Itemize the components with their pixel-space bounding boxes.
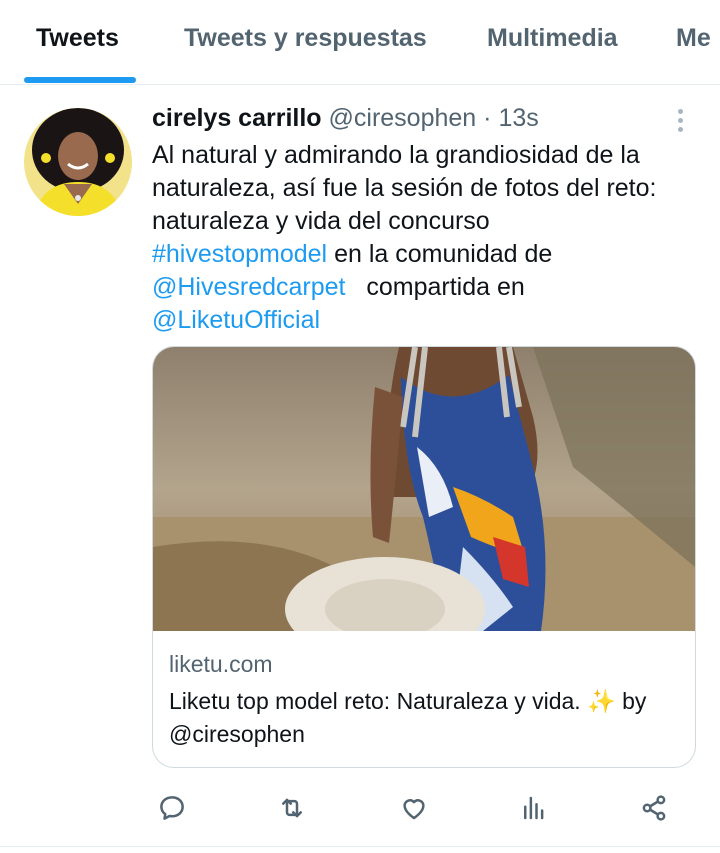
reply-icon[interactable] — [152, 788, 192, 828]
active-tab-indicator — [24, 77, 136, 83]
heart-icon[interactable] — [394, 788, 434, 828]
tweet-text-fragment: en la comunidad de — [327, 240, 553, 268]
tab-media[interactable]: Multimedia — [487, 24, 618, 53]
tab-tweets[interactable]: Tweets — [36, 24, 119, 53]
share-icon[interactable] — [634, 788, 674, 828]
card-image — [153, 347, 695, 661]
tweet-text-line: naturaleza y vida del concurso — [152, 207, 490, 235]
separator-dot: · — [483, 104, 492, 132]
tweet-text-line: @Hivesredcarpet compartida en — [152, 271, 692, 304]
more-vertical-icon[interactable] — [664, 104, 696, 136]
profile-tabs: Tweets Tweets y respuestas Multimedia Me — [0, 0, 720, 85]
tweet-text-line: @LiketuOfficial — [152, 304, 692, 337]
link-preview-card[interactable]: liketu.com Liketu top model reto: Natura… — [152, 346, 696, 768]
tweet-header: cirelys carrillo @ciresophen · 13s — [152, 104, 539, 133]
mention-link-hivesredcarpet[interactable]: @Hivesredcarpet — [152, 273, 346, 301]
tweet-text-line: Al natural y admirando la grandiosidad d… — [152, 141, 640, 169]
avatar[interactable] — [24, 108, 132, 216]
tweet-text-line: naturaleza, así fue la sesión de fotos d… — [152, 174, 657, 202]
tab-tweets-replies[interactable]: Tweets y respuestas — [184, 24, 427, 53]
hashtag-link[interactable]: #hivestopmodel — [152, 240, 327, 268]
author-handle[interactable]: @ciresophen — [329, 104, 477, 132]
tweet-text-line: #hivestopmodel en la comunidad de — [152, 238, 692, 271]
author-name[interactable]: cirelys carrillo — [152, 104, 322, 132]
tab-likes[interactable]: Me — [676, 24, 711, 53]
retweet-icon[interactable] — [272, 788, 312, 828]
card-title: Liketu top model reto: Naturaleza y vida… — [169, 688, 647, 747]
tweet-timestamp[interactable]: 13s — [498, 104, 538, 132]
card-domain: liketu.com — [169, 651, 273, 677]
analytics-icon[interactable] — [514, 788, 554, 828]
divider — [0, 846, 720, 847]
tweet-text-fragment: compartida en — [345, 273, 525, 301]
tweet-actions — [0, 786, 720, 830]
mention-link-liketuofficial[interactable]: @LiketuOfficial — [152, 306, 320, 334]
tweet-text: Al natural y admirando la grandiosidad d… — [152, 139, 692, 337]
